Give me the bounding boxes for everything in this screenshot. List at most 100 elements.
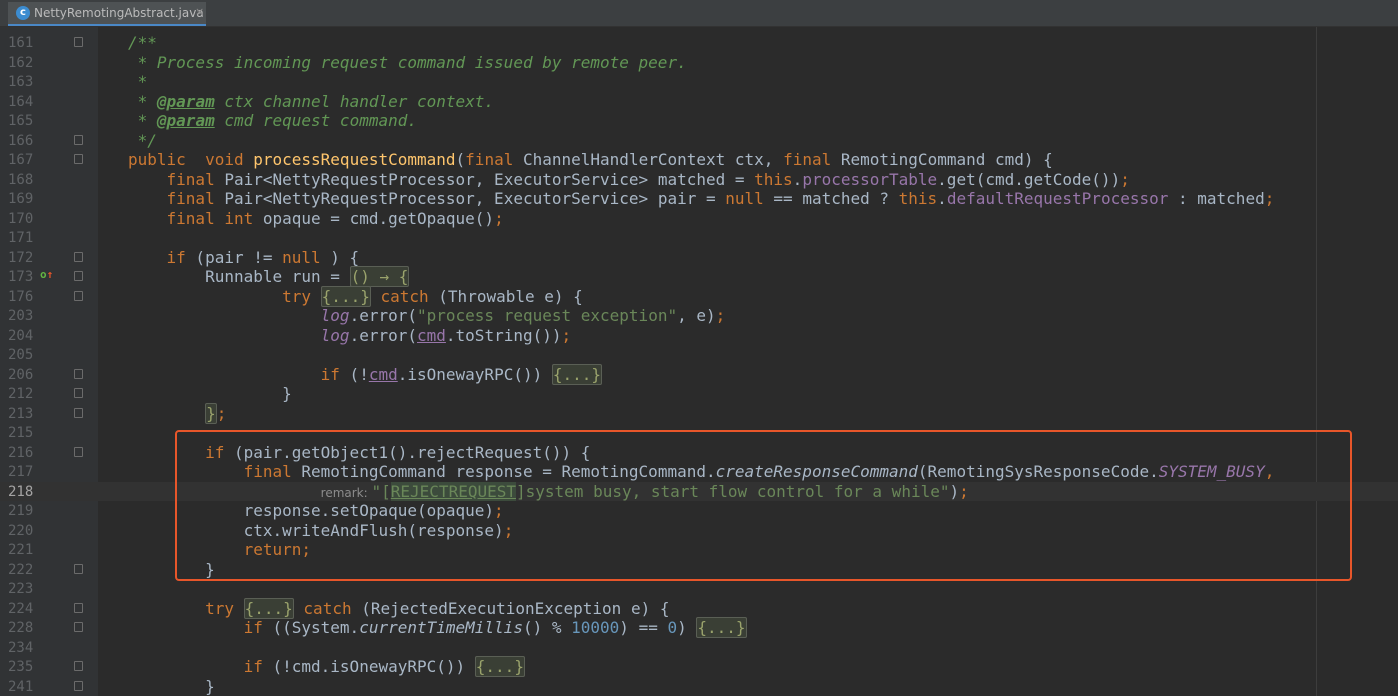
code-token: * bbox=[128, 91, 157, 111]
code-token: (Throwable e) { bbox=[428, 286, 583, 306]
code-line[interactable]: 162 * Process incoming request command i… bbox=[0, 53, 1398, 72]
code-line[interactable]: 212 } bbox=[0, 384, 1398, 403]
fold-toggle-icon[interactable] bbox=[74, 290, 83, 301]
code-text: public void processRequestCommand(final … bbox=[128, 150, 1053, 169]
code-text: log.error("process request exception", e… bbox=[128, 306, 726, 325]
code-line[interactable]: 171 bbox=[0, 228, 1398, 247]
code-line[interactable]: 228 if ((System.currentTimeMillis() % 10… bbox=[0, 617, 1398, 638]
code-line[interactable]: 241 } bbox=[0, 677, 1398, 696]
code-token: ) bbox=[677, 618, 697, 637]
code-token: currentTimeMillis bbox=[359, 618, 523, 637]
code-token: (RejectedExecutionException e) { bbox=[351, 598, 670, 618]
fold-toggle-icon[interactable] bbox=[74, 602, 83, 613]
code-text: if (pair != null ) { bbox=[128, 247, 360, 267]
line-number: 171 bbox=[8, 230, 34, 246]
code-line[interactable]: 213 }; bbox=[0, 402, 1398, 424]
code-line[interactable]: 166 */ bbox=[0, 131, 1398, 150]
java-class-icon: c bbox=[16, 6, 30, 20]
code-text: * Process incoming request command issue… bbox=[128, 53, 687, 72]
code-line[interactable]: 165 * @param cmd request command. bbox=[0, 111, 1398, 130]
line-number: 165 bbox=[8, 113, 34, 129]
override-marker-icon[interactable]: o↑ bbox=[40, 268, 60, 282]
code-text: Runnable run = () → { bbox=[128, 266, 410, 287]
fold-toggle-icon[interactable] bbox=[74, 680, 83, 691]
code-token: final bbox=[166, 189, 215, 208]
code-token: ChannelHandlerContext ctx, bbox=[513, 150, 784, 169]
code-line[interactable]: 161 /** bbox=[0, 33, 1398, 52]
code-token: ((System. bbox=[262, 618, 360, 637]
code-token: null bbox=[725, 189, 764, 208]
code-line[interactable]: 234 bbox=[0, 638, 1398, 657]
fold-toggle-icon[interactable] bbox=[74, 134, 83, 145]
code-token: .toString()) bbox=[445, 325, 562, 345]
tab-netty-remoting-abstract[interactable]: c NettyRemotingAbstract.java × bbox=[8, 2, 206, 26]
fold-toggle-icon[interactable] bbox=[74, 661, 83, 671]
code-line[interactable]: 164 * @param ctx channel handler context… bbox=[0, 92, 1398, 111]
code-token: ; bbox=[1120, 169, 1130, 189]
fold-toggle-icon[interactable] bbox=[74, 446, 83, 457]
code-line[interactable]: 203 log.error("process request exception… bbox=[0, 306, 1398, 325]
code-line[interactable]: 223 bbox=[0, 579, 1398, 598]
close-icon[interactable]: × bbox=[195, 5, 204, 18]
line-number: 172 bbox=[8, 249, 34, 266]
line-number: 162 bbox=[8, 54, 34, 71]
code-line[interactable]: 204 log.error(cmd.toString()); bbox=[0, 326, 1398, 345]
fold-toggle-icon[interactable] bbox=[74, 622, 83, 632]
line-number: 203 bbox=[8, 308, 34, 324]
code-token: defaultRequestProcessor bbox=[946, 189, 1169, 208]
fold-toggle-icon[interactable] bbox=[74, 251, 83, 262]
code-token: "process request exception" bbox=[417, 306, 678, 325]
code-token: 0 bbox=[667, 618, 678, 637]
line-number: 204 bbox=[8, 327, 34, 344]
code-token: * bbox=[128, 111, 157, 130]
code-text: final int opaque = cmd.getOpaque(); bbox=[128, 209, 504, 228]
code-line[interactable]: 168 final Pair<NettyRequestProcessor, Ex… bbox=[0, 170, 1398, 189]
code-line[interactable]: 176 try {...} catch (Throwable e) { bbox=[0, 285, 1398, 307]
code-line[interactable]: 170 final int opaque = cmd.getOpaque(); bbox=[0, 209, 1398, 228]
code-token: ctx channel handler context. bbox=[214, 91, 495, 111]
fold-toggle-icon[interactable] bbox=[74, 563, 83, 574]
code-token: .get(cmd.getCode()) bbox=[937, 169, 1121, 189]
code-token: final bbox=[465, 150, 514, 169]
code-line[interactable]: 205 bbox=[0, 345, 1398, 364]
code-line[interactable]: 206 if (!cmd.isOnewayRPC()) {...} bbox=[0, 363, 1398, 385]
code-line[interactable]: 173 Runnable run = () → { bbox=[0, 266, 1398, 287]
code-line[interactable]: 224 try {...} catch (RejectedExecutionEx… bbox=[0, 597, 1398, 619]
code-token: Pair<NettyRequestProcessor, ExecutorServ… bbox=[214, 189, 726, 208]
code-token: processRequestCommand bbox=[253, 150, 456, 169]
code-text: final Pair<NettyRequestProcessor, Execut… bbox=[128, 189, 1275, 208]
code-token: (pair != bbox=[185, 247, 283, 267]
code-token: catch bbox=[303, 598, 352, 618]
code-line[interactable]: 235 if (!cmd.isOnewayRPC()) {...} bbox=[0, 656, 1398, 677]
line-number: 223 bbox=[8, 581, 34, 597]
line-number: 173 bbox=[8, 269, 34, 285]
line-number: 234 bbox=[8, 639, 34, 656]
code-token: if bbox=[320, 364, 340, 384]
code-token: catch bbox=[380, 286, 429, 306]
code-text: if ((System.currentTimeMillis() % 10000)… bbox=[128, 617, 747, 638]
code-token: {...} bbox=[243, 597, 294, 619]
code-text: try {...} catch (Throwable e) { bbox=[128, 285, 583, 307]
code-token: (!cmd.isOnewayRPC()) bbox=[262, 657, 475, 676]
line-number: 170 bbox=[8, 210, 34, 227]
code-token: {...} bbox=[551, 363, 603, 385]
fold-toggle-icon[interactable] bbox=[74, 388, 83, 398]
code-token: this bbox=[898, 189, 938, 208]
fold-toggle-icon[interactable] bbox=[74, 154, 83, 164]
code-line[interactable]: 163 * bbox=[0, 72, 1398, 91]
fold-toggle-icon[interactable] bbox=[74, 37, 83, 47]
fold-toggle-icon[interactable] bbox=[74, 271, 83, 281]
fold-toggle-icon[interactable] bbox=[74, 407, 83, 418]
code-line[interactable]: 172 if (pair != null ) { bbox=[0, 248, 1398, 267]
code-line[interactable]: 167 public void processRequestCommand(fin… bbox=[0, 150, 1398, 169]
code-line[interactable]: 169 final Pair<NettyRequestProcessor, Ex… bbox=[0, 189, 1398, 208]
fold-toggle-icon[interactable] bbox=[74, 368, 83, 379]
code-editor[interactable]: 161/** 162 * Process incoming request com… bbox=[0, 27, 1398, 696]
